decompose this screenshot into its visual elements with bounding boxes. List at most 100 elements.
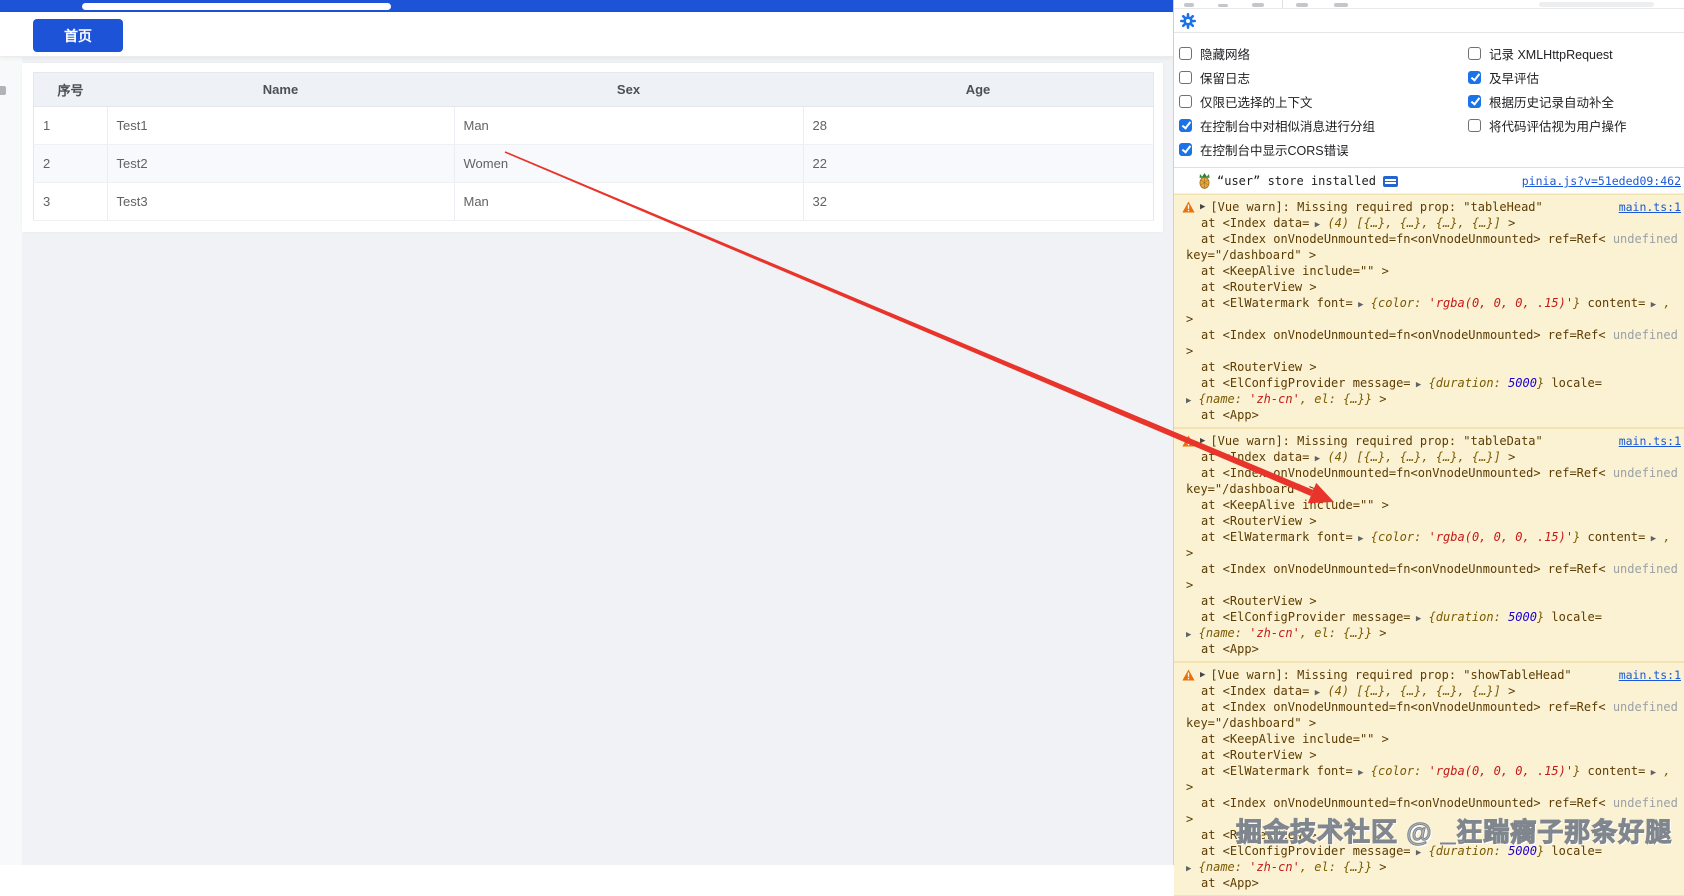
stack-segment: at <Index onVnodeUnmounted=fn<onVnodeUnm… <box>1201 232 1613 246</box>
stack-segment: at <Index data= <box>1201 216 1309 230</box>
pineapple-icon <box>1198 173 1211 189</box>
expand-triangle-icon[interactable]: ▶ <box>1353 300 1364 310</box>
expand-triangle-icon[interactable]: ▶ <box>1309 454 1320 464</box>
expand-triangle-icon[interactable]: ▶ <box>1411 614 1422 624</box>
checkbox-label: 记录 XMLHttpRequest <box>1489 44 1613 63</box>
stack-segment: at <Index onVnodeUnmounted=fn<onVnodeUnm… <box>1201 328 1613 342</box>
warning-triangle-icon <box>1182 435 1195 447</box>
stack-line: > <box>1174 545 1684 561</box>
expand-triangle-icon[interactable]: ▶ <box>1411 848 1422 858</box>
stack-line: key="/dashboard" > <box>1174 247 1684 263</box>
stack-segment: 'zh-cn' <box>1249 626 1300 640</box>
expand-triangle-icon[interactable]: ▶ <box>1645 534 1656 544</box>
stack-line: at <ElWatermark font= ▶ {color: 'rgba(0,… <box>1174 763 1684 779</box>
tab-pill <box>82 3 391 10</box>
gear-icon[interactable] <box>1180 13 1196 29</box>
stack-line: at <Index onVnodeUnmounted=fn<onVnodeUnm… <box>1174 465 1684 481</box>
stack-segment: {color: <box>1364 764 1429 778</box>
stack-segment: at <ElConfigProvider message= <box>1201 610 1411 624</box>
stack-segment: at <KeepAlive include="" > <box>1201 498 1389 512</box>
console-messages: “user” store installedpinia.js?v=51eded0… <box>1174 168 1684 896</box>
checkbox[interactable] <box>1468 95 1481 108</box>
checkbox[interactable] <box>1179 119 1192 132</box>
stack-segment: > <box>1186 546 1193 560</box>
stack-line: at <Index onVnodeUnmounted=fn<onVnodeUnm… <box>1174 561 1684 577</box>
filter-input[interactable] <box>1539 2 1654 7</box>
filter-icon[interactable] <box>1218 4 1228 7</box>
stack-line: at <Index data= ▶ (4) [{…}, {…}, {…}, {…… <box>1174 215 1684 231</box>
expand-triangle-icon[interactable]: ▶ <box>1353 534 1364 544</box>
stack-line: at <App> <box>1174 875 1684 891</box>
console-warning: ▶[Vue warn]: Missing required prop: "sho… <box>1174 662 1684 896</box>
clear-console-icon[interactable] <box>1184 3 1194 7</box>
settings-checkbox-row: 隐藏网络 <box>1174 41 1463 65</box>
stack-line: > <box>1174 343 1684 359</box>
stack-segment: 5000 <box>1508 376 1537 390</box>
expand-triangle-icon[interactable]: ▶ <box>1645 768 1656 778</box>
source-link[interactable]: pinia.js?v=51eded09:462 <box>1522 173 1684 189</box>
checkbox[interactable] <box>1179 95 1192 108</box>
source-link[interactable]: main.ts:1 <box>1619 433 1684 449</box>
stack-line: at <App> <box>1174 407 1684 423</box>
table-cell: Test3 <box>107 183 454 221</box>
stack-segment: , el: {…}} <box>1300 392 1372 406</box>
browser-top-bar <box>0 0 1173 12</box>
stack-segment: > <box>1501 684 1515 698</box>
sidebar-fragment <box>0 86 6 95</box>
toolbar-icon[interactable] <box>1334 3 1348 7</box>
expand-triangle-icon[interactable]: ▶ <box>1309 220 1320 230</box>
settings-checkbox-row: 及早评估 <box>1463 65 1684 89</box>
table-cell: Women <box>454 145 803 183</box>
stack-line: at <ElConfigProvider message= ▶ {duratio… <box>1174 609 1684 625</box>
stack-segment: at <RouterView > <box>1201 514 1317 528</box>
expand-triangle-icon[interactable]: ▶ <box>1200 433 1205 449</box>
settings-checkbox-row: 记录 XMLHttpRequest <box>1463 41 1684 65</box>
stack-line: at <ElConfigProvider message= ▶ {duratio… <box>1174 843 1684 859</box>
checkbox[interactable] <box>1468 47 1481 60</box>
stack-segment: > <box>1372 392 1386 406</box>
stack-segment: {name: <box>1191 626 1249 640</box>
checkbox[interactable] <box>1468 119 1481 132</box>
stack-segment: at <Index onVnodeUnmounted=fn<onVnodeUnm… <box>1201 562 1613 576</box>
stack-segment: > <box>1186 344 1193 358</box>
expand-triangle-icon[interactable]: ▶ <box>1200 667 1205 683</box>
toolbar-icon[interactable] <box>1252 3 1264 7</box>
source-link[interactable]: main.ts:1 <box>1619 667 1684 683</box>
collapsed-sidebar <box>0 12 22 865</box>
expand-triangle-icon[interactable]: ▶ <box>1645 300 1656 310</box>
settings-col-left: 隐藏网络保留日志仅限已选择的上下文在控制台中对相似消息进行分组在控制台中显示CO… <box>1174 41 1463 161</box>
expand-triangle-icon[interactable]: ▶ <box>1200 199 1205 215</box>
stack-segment: at <RouterView > <box>1201 828 1317 842</box>
app-page: 首页 序号NameSexAge 1Test1Man282Test2Women22… <box>0 0 1173 865</box>
checkbox[interactable] <box>1179 71 1192 84</box>
stack-segment: 'rgba(0, 0, 0, .15)' <box>1429 530 1574 544</box>
warning-header-line: ▶[Vue warn]: Missing required prop: "tab… <box>1174 199 1684 215</box>
stack-segment: content= <box>1580 296 1645 310</box>
stack-segment: at <ElWatermark font= <box>1201 530 1353 544</box>
table-cell: Test1 <box>107 107 454 145</box>
column-header: Age <box>803 73 1154 107</box>
checkbox[interactable] <box>1179 143 1192 156</box>
stack-segment: {color: <box>1364 296 1429 310</box>
expand-triangle-icon[interactable]: ▶ <box>1411 380 1422 390</box>
stack-segment: (4) [{…}, {…}, {…}, {…}] <box>1320 216 1501 230</box>
expand-triangle-icon[interactable]: ▶ <box>1309 688 1320 698</box>
checkbox-label: 保留日志 <box>1200 68 1250 87</box>
stack-segment: key="/dashboard" > <box>1186 248 1316 262</box>
stack-segment: key="/dashboard" > <box>1186 482 1316 496</box>
table-cell: 28 <box>803 107 1154 145</box>
settings-col-right: 记录 XMLHttpRequest及早评估根据历史记录自动补全将代码评估视为用户… <box>1463 41 1684 161</box>
stack-segment: at <ElConfigProvider message= <box>1201 376 1411 390</box>
stack-line: at <Index onVnodeUnmounted=fn<onVnodeUnm… <box>1174 795 1684 811</box>
eye-icon[interactable] <box>1296 3 1308 7</box>
home-button[interactable]: 首页 <box>33 19 123 52</box>
table-cell: Man <box>454 183 803 221</box>
expand-triangle-icon[interactable]: ▶ <box>1353 768 1364 778</box>
stack-segment: undefined <box>1613 796 1678 810</box>
source-link[interactable]: main.ts:1 <box>1619 199 1684 215</box>
toolbar-divider <box>1282 0 1283 8</box>
checkbox[interactable] <box>1179 47 1192 60</box>
column-header: Name <box>107 73 454 107</box>
warning-triangle-icon <box>1182 201 1195 213</box>
checkbox[interactable] <box>1468 71 1481 84</box>
